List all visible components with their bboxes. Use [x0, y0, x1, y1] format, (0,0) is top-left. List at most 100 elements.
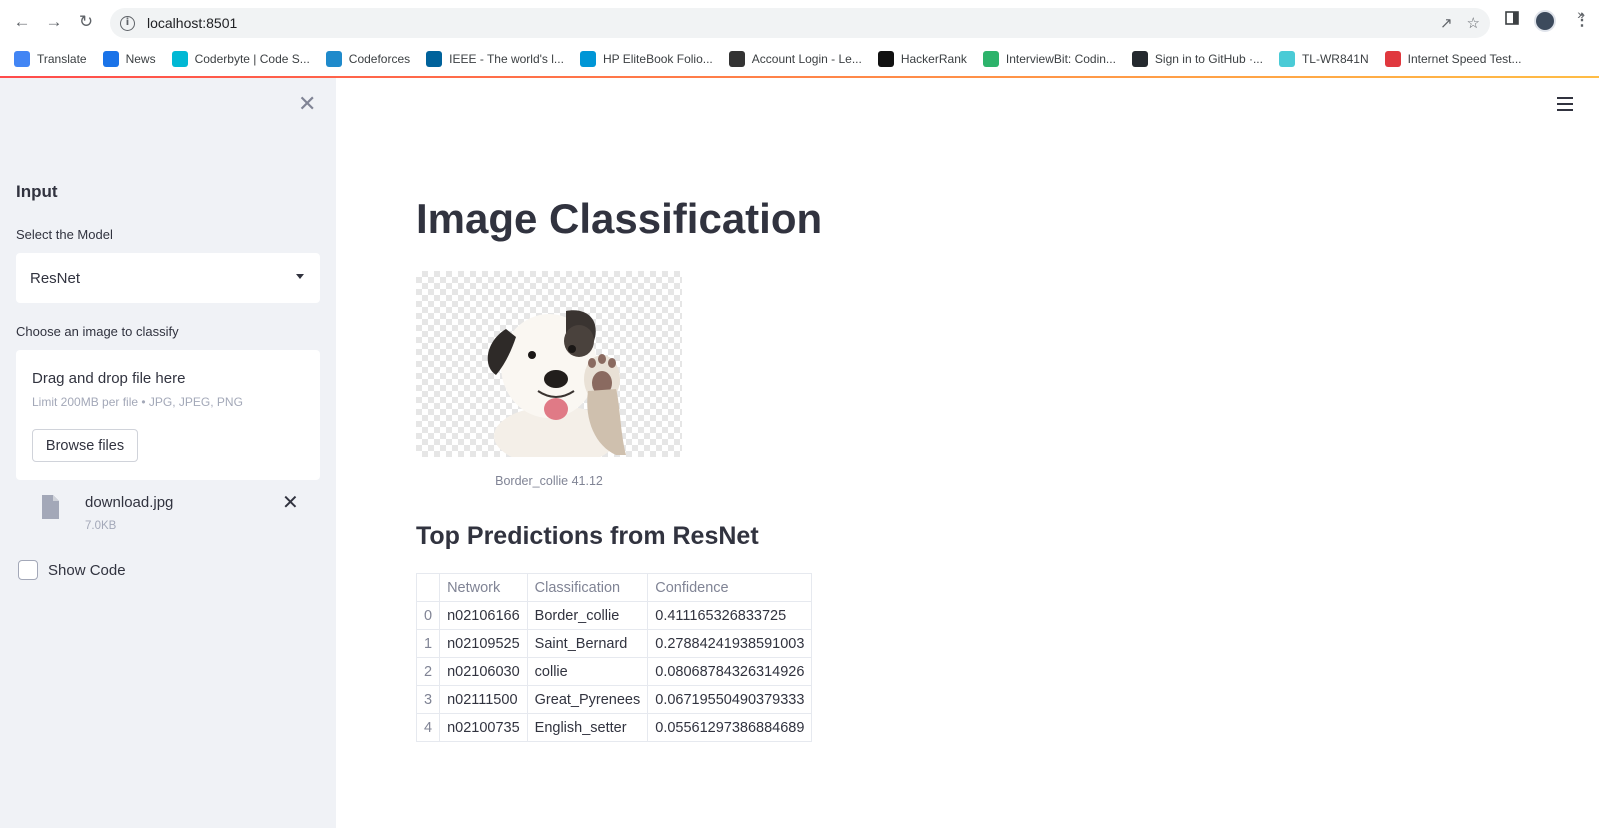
predictions-heading: Top Predictions from ResNet: [416, 522, 759, 550]
column-header[interactable]: Network: [439, 573, 528, 602]
speedtest-icon: [1384, 51, 1401, 67]
google-news-icon: [102, 51, 119, 67]
row-index: 3: [415, 685, 441, 714]
side-panel-icon[interactable]: [1505, 11, 1519, 25]
table-cell: n02100735: [439, 713, 528, 742]
model-select-label: Select the Model: [16, 227, 113, 242]
bookmark-label[interactable]: Internet Speed Test...: [1408, 52, 1522, 66]
show-code-label[interactable]: Show Code: [48, 562, 126, 579]
interviewbit-icon: [982, 51, 999, 67]
bookmark-label[interactable]: HackerRank: [901, 52, 967, 66]
remove-file-icon[interactable]: ✕: [282, 490, 299, 514]
row-index: 4: [415, 713, 441, 742]
table-row: 2 n02106030 collie 0.08068784326314926: [415, 657, 813, 686]
bookmark-label[interactable]: Account Login - Le...: [752, 52, 862, 66]
browse-files-button[interactable]: Browse files: [32, 429, 138, 462]
address-bar[interactable]: i localhost:8501 ↗ ☆: [110, 8, 1490, 38]
bookmark-item[interactable]: Sign in to GitHub ·...: [1131, 51, 1263, 67]
model-select[interactable]: ResNet: [16, 253, 320, 303]
bookmark-label[interactable]: Sign in to GitHub ·...: [1155, 52, 1263, 66]
site-info-icon[interactable]: i: [120, 15, 135, 31]
row-index: 2: [415, 657, 441, 686]
dog-image: [487, 310, 626, 457]
bookmark-label[interactable]: Translate: [37, 52, 87, 66]
image-caption: Border_collie 41.12: [495, 474, 603, 488]
row-index: 1: [415, 629, 441, 658]
address-bar-actions: ↗ ☆: [1440, 14, 1480, 32]
codeforces-icon: [325, 51, 342, 67]
row-index: 0: [415, 601, 441, 630]
table-cell: collie: [526, 657, 649, 686]
share-icon[interactable]: ↗: [1440, 14, 1453, 32]
bookmark-item[interactable]: Internet Speed Test...: [1384, 51, 1522, 67]
file-size: 7.0KB: [85, 520, 117, 532]
predictions-table[interactable]: Network Classification Confidence 0 n021061…: [415, 573, 813, 742]
upload-label: Choose an image to classify: [16, 324, 179, 339]
table-row: 0 n02106166 Border_collie 0.411165326833725: [415, 601, 813, 630]
bookmark-label[interactable]: Coderbyte | Code S...: [195, 52, 310, 66]
table-cell: 0.08068784326314926: [647, 657, 813, 686]
table-row: 3 n02111500 Great_Pyrenees 0.06719550490379…: [415, 685, 813, 714]
table-cell: Great_Pyrenees: [526, 685, 649, 714]
github-icon: [1131, 51, 1148, 67]
profile-avatar[interactable]: [1534, 10, 1556, 32]
table-cell: n02106166: [439, 601, 528, 630]
table-row: 4 n02100735 English_setter 0.05561297386884…: [415, 713, 813, 742]
bookmark-item[interactable]: IEEE - The world's l...: [426, 51, 564, 67]
show-code-toggle[interactable]: Show Code: [18, 560, 126, 580]
column-header[interactable]: Confidence: [647, 573, 813, 602]
bookmark-item[interactable]: HP EliteBook Folio...: [579, 51, 713, 67]
ieee-icon: [426, 51, 443, 67]
hamburger-menu-icon[interactable]: [1557, 97, 1573, 115]
bookmark-label[interactable]: HP EliteBook Folio...: [603, 52, 713, 66]
hackerrank-icon: [877, 51, 894, 67]
page-title: Image Classification: [416, 195, 823, 242]
bookmark-item[interactable]: Codeforces: [325, 51, 410, 67]
bookmark-item[interactable]: Translate: [14, 51, 87, 67]
bookmark-label[interactable]: News: [126, 52, 156, 66]
bookmark-star-icon[interactable]: ☆: [1467, 14, 1480, 32]
classified-image: [416, 271, 682, 457]
url-text[interactable]: localhost:8501: [147, 15, 237, 31]
file-name: download.jpg: [85, 494, 174, 511]
more-bookmarks-icon[interactable]: »: [1577, 6, 1585, 22]
reload-icon[interactable]: ↻: [76, 12, 96, 32]
avatar[interactable]: [1534, 10, 1556, 32]
chevron-down-icon[interactable]: [296, 274, 304, 279]
bookmark-label[interactable]: Codeforces: [349, 52, 410, 66]
file-dropzone[interactable]: Drag and drop file here Limit 200MB per …: [16, 350, 320, 480]
table-cell: 0.27884241938591003: [647, 629, 813, 658]
column-header[interactable]: Classification: [526, 573, 649, 602]
table-row: 1 n02109525 Saint_Bernard 0.278842419385910…: [415, 629, 813, 658]
bookmark-item[interactable]: News: [102, 51, 156, 67]
bookmark-item[interactable]: InterviewBit: Codin...: [982, 51, 1116, 67]
uploaded-file: download.jpg 7.0KB ✕: [16, 490, 320, 540]
table-cell: 0.411165326833725: [647, 601, 813, 630]
table-cell: 0.06719550490379333: [647, 685, 813, 714]
browser-chrome: ← → ↻ i localhost:8501 ↗ ☆ ⋮ Translate Ne…: [0, 0, 1599, 78]
tplink-icon: [1278, 51, 1295, 67]
model-select-value[interactable]: ResNet: [30, 270, 80, 287]
column-header[interactable]: [415, 573, 441, 602]
bookmark-label[interactable]: IEEE - The world's l...: [449, 52, 564, 66]
table-cell: n02109525: [439, 629, 528, 658]
bookmark-label[interactable]: TL-WR841N: [1302, 52, 1369, 66]
bookmark-item[interactable]: TL-WR841N: [1278, 51, 1369, 67]
file-icon: [42, 495, 59, 519]
forward-arrow-icon[interactable]: →: [44, 12, 64, 32]
table-cell: 0.05561297386884689: [647, 713, 813, 742]
hp-icon: [579, 51, 596, 67]
bookmark-label[interactable]: InterviewBit: Codin...: [1006, 52, 1116, 66]
show-code-checkbox[interactable]: [18, 560, 38, 580]
table-cell: Border_collie: [526, 601, 649, 630]
bookmark-item[interactable]: HackerRank: [877, 51, 967, 67]
table-header-row: Network Classification Confidence: [415, 573, 813, 602]
table-cell: Saint_Bernard: [526, 629, 649, 658]
close-sidebar-icon[interactable]: ✕: [298, 92, 316, 117]
bookmark-item[interactable]: Account Login - Le...: [728, 51, 862, 67]
sidebar: ✕ Input Select the Model ResNet Choose a…: [0, 78, 336, 828]
dropzone-title: Drag and drop file here: [32, 370, 186, 387]
sidebar-heading: Input: [16, 182, 58, 201]
back-arrow-icon[interactable]: ←: [12, 12, 32, 32]
bookmark-item[interactable]: Coderbyte | Code S...: [171, 51, 310, 67]
